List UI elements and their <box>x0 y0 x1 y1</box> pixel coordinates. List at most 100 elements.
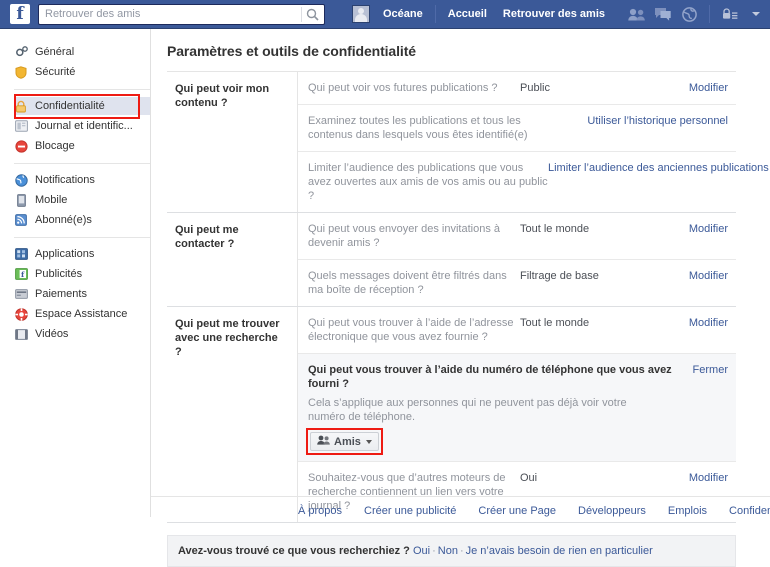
feedback-separator: · <box>459 545 464 557</box>
sidebar-item-publicites[interactable]: f Publicités <box>14 265 150 283</box>
table-row[interactable]: Qui peut vous envoyer des invitations à … <box>298 213 736 260</box>
apps-icon <box>14 247 28 261</box>
chevron-down-icon[interactable] <box>752 12 760 16</box>
chevron-down-icon <box>365 439 372 444</box>
sidebar-item-videos[interactable]: Vidéos <box>14 325 150 343</box>
gear-icon <box>14 45 28 59</box>
nav-icon-group <box>627 5 760 23</box>
friend-requests-icon[interactable] <box>627 5 647 23</box>
page-title: Paramètres et outils de confidentialité <box>167 43 416 59</box>
sidebar-item-label: Espace Assistance <box>35 308 128 320</box>
sidebar-item-paiements[interactable]: Paiements <box>14 285 150 303</box>
sidebar-group-4: Applications f Publicités Paiements Espa… <box>14 237 150 351</box>
privacy-lock-icon[interactable] <box>720 5 740 23</box>
shield-icon <box>14 65 28 79</box>
sidebar-item-label: Confidentialité <box>35 100 105 112</box>
section-label: Qui peut me contacter ? <box>175 224 239 250</box>
feedback-separator: · <box>432 545 436 557</box>
footer-link-emplois[interactable]: Emplois <box>668 505 707 517</box>
sidebar-item-general[interactable]: Général <box>0 43 150 61</box>
row-action-link[interactable]: Utiliser l’historique personnel <box>587 114 728 128</box>
messages-icon[interactable] <box>653 5 673 23</box>
close-link[interactable]: Fermer <box>693 363 728 377</box>
search-box[interactable] <box>38 3 325 25</box>
sidebar-item-notifications[interactable]: Notifications <box>14 171 150 189</box>
sidebar-item-label: Abonné(e)s <box>35 214 92 226</box>
page-footer: À propos Créer une publicité Créer une P… <box>151 496 770 517</box>
search-icon[interactable] <box>305 7 320 22</box>
section-rows: Qui peut vous trouver à l’aide de l’adre… <box>297 307 736 522</box>
search-input[interactable] <box>39 5 306 23</box>
sidebar-group-3: Notifications Mobile Abonné(e)s <box>14 163 150 237</box>
row-action-link[interactable]: Modifier <box>689 316 728 330</box>
audience-selector-label: Amis <box>334 435 361 448</box>
row-action-link[interactable]: Limiter l’audience des anciennes publica… <box>548 161 769 175</box>
settings-sidebar: Général Sécurité Confidentialité Journal… <box>0 29 150 517</box>
table-row[interactable]: Limiter l’audience des publications que … <box>298 152 769 212</box>
top-navigation-bar: f Océane Accueil Retrouver des amis <box>0 0 770 29</box>
sidebar-item-applications[interactable]: Applications <box>14 245 150 263</box>
sidebar-item-label: Notifications <box>35 174 95 186</box>
nav-divider-2 <box>709 5 710 23</box>
sidebar-item-securite[interactable]: Sécurité <box>0 63 150 81</box>
sidebar-item-label: Général <box>35 46 75 58</box>
footer-link-confidentialite[interactable]: Confidentialité <box>729 505 770 517</box>
audience-selector-wrapper: Amis <box>306 428 383 455</box>
table-row[interactable]: Examinez toutes les publications et tous… <box>298 105 736 152</box>
row-question: Quels messages doivent être filtrés dans… <box>308 270 507 296</box>
nav-divider <box>434 5 436 23</box>
sidebar-group-1: Général Sécurité <box>0 43 150 89</box>
row-question: Limiter l’audience des publications que … <box>308 162 548 202</box>
sidebar-item-label: Vidéos <box>35 328 69 340</box>
feedback-option-rien-en-particulier[interactable]: Je n’avais besoin de rien en particulier <box>466 545 653 557</box>
row-value: Tout le monde <box>520 317 590 329</box>
section-label: Qui peut me trouver avec une recherche ? <box>175 318 280 358</box>
notifications-globe-icon[interactable] <box>679 5 699 23</box>
sidebar-item-confidentialite[interactable]: Confidentialité <box>14 94 150 119</box>
footer-link-creer-une-publicite[interactable]: Créer une publicité <box>364 505 456 517</box>
table-row[interactable]: Qui peut voir vos futures publications ?… <box>298 72 736 105</box>
timeline-icon <box>14 119 28 133</box>
table-row[interactable]: Quels messages doivent être filtrés dans… <box>298 260 736 306</box>
sidebar-item-abonnes[interactable]: Abonné(e)s <box>14 211 150 229</box>
footer-link-a-propos[interactable]: À propos <box>298 505 342 517</box>
sidebar-item-label: Sécurité <box>35 66 76 78</box>
nav-right-cluster: Océane Accueil Retrouver des amis <box>352 0 760 28</box>
privacy-settings-table: Qui peut voir mon contenu ? Qui peut voi… <box>167 71 769 523</box>
facebook-logo[interactable]: f <box>10 4 30 24</box>
avatar[interactable] <box>352 5 370 23</box>
section-rows: Qui peut voir vos futures publications ?… <box>297 72 769 212</box>
expanded-description: Cela s’applique aux personnes qui ne peu… <box>308 397 627 423</box>
expanded-setting-phone-lookup: Qui peut vous trouver à l’aide du numéro… <box>298 354 736 462</box>
row-question: Examinez toutes les publications et tous… <box>308 115 528 141</box>
nav-user-name[interactable]: Océane <box>375 0 431 29</box>
sidebar-item-label: Blocage <box>35 140 75 152</box>
sidebar-item-journal-et-identification[interactable]: Journal et identific... <box>14 117 150 135</box>
feedback-option-non[interactable]: Non <box>438 545 458 557</box>
sidebar-item-label: Applications <box>35 248 95 260</box>
feedback-option-oui[interactable]: Oui <box>413 545 430 557</box>
sidebar-item-blocage[interactable]: Blocage <box>14 137 150 155</box>
page-body: Général Sécurité Confidentialité Journal… <box>0 29 770 567</box>
row-value: Filtrage de base <box>520 270 599 282</box>
row-value: Oui <box>520 472 538 484</box>
table-row[interactable]: Qui peut vous trouver à l’aide de l’adre… <box>298 307 736 354</box>
row-action-link[interactable]: Modifier <box>689 269 728 283</box>
footer-links: À propos Créer une publicité Créer une P… <box>151 505 770 517</box>
footer-link-developpeurs[interactable]: Développeurs <box>578 505 646 517</box>
search-divider <box>301 6 302 22</box>
sidebar-item-espace-assistance[interactable]: Espace Assistance <box>14 305 150 323</box>
row-action-link[interactable]: Modifier <box>689 222 728 236</box>
section-who-can-find-me: Qui peut me trouver avec une recherche ?… <box>167 307 736 523</box>
row-action-link[interactable]: Modifier <box>689 81 728 95</box>
row-question: Qui peut vous envoyer des invitations à … <box>308 223 501 249</box>
friends-icon <box>317 435 330 448</box>
sidebar-group-2: Confidentialité Journal et identific... <box>14 89 150 163</box>
footer-link-creer-une-page[interactable]: Créer une Page <box>478 505 556 517</box>
audience-selector-button[interactable]: Amis <box>310 432 379 451</box>
row-action-link[interactable]: Modifier <box>689 471 728 485</box>
expanded-title: Qui peut vous trouver à l’aide du numéro… <box>308 364 672 390</box>
sidebar-item-mobile[interactable]: Mobile <box>14 191 150 209</box>
nav-link-retrouver-des-amis[interactable]: Retrouver des amis <box>495 0 613 29</box>
nav-link-accueil[interactable]: Accueil <box>440 0 495 29</box>
